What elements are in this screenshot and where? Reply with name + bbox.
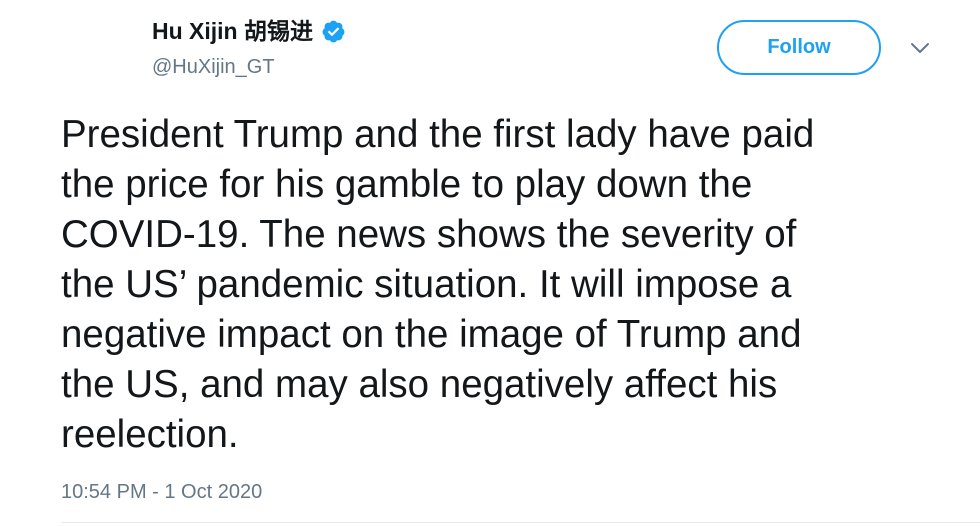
tweet-text-line: the US, and may also negatively affect h… — [61, 363, 778, 406]
tweet-text-line: COVID-19. The news shows the severity of — [61, 213, 797, 256]
tweet-text-line: reelection. — [61, 413, 239, 456]
author-name-row[interactable]: Hu Xijin 胡锡进 — [152, 14, 346, 48]
chevron-down-icon[interactable] — [908, 38, 932, 58]
tweet-text-line: the US’ pandemic situation. It will impo… — [61, 263, 792, 306]
follow-button[interactable]: Follow — [717, 20, 881, 75]
divider — [61, 522, 980, 523]
tweet-text: President Trump and the first lady have … — [61, 110, 941, 460]
tweet-text-line: President Trump and the first lady have … — [61, 113, 815, 156]
tweet-text-line: the price for his gamble to play down th… — [61, 163, 753, 206]
tweet-timestamp[interactable]: 10:54 PM - 1 Oct 2020 — [61, 478, 262, 506]
author-name[interactable]: Hu Xijin 胡锡进 — [152, 14, 313, 48]
author-handle[interactable]: @HuXijin_GT — [152, 54, 275, 80]
verified-badge-icon — [321, 19, 346, 44]
tweet-text-line: negative impact on the image of Trump an… — [61, 313, 802, 356]
tweet-card: Hu Xijin 胡锡进 @HuXijin_GT Follow Presiden… — [0, 0, 980, 526]
